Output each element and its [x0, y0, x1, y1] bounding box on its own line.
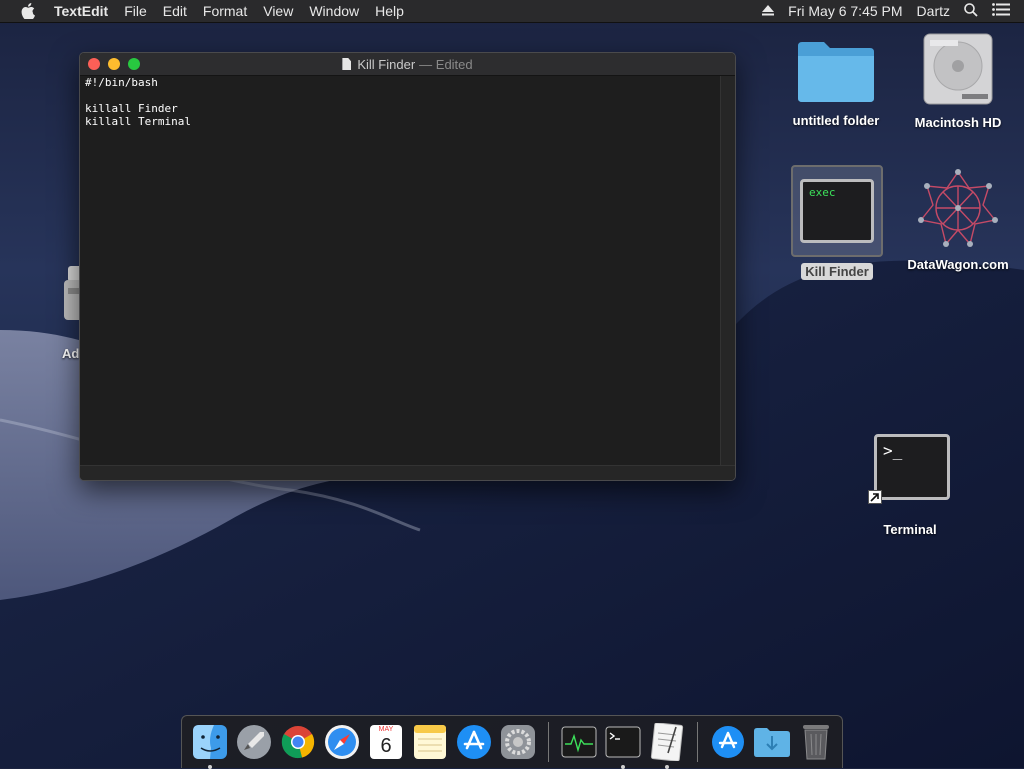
desktop-icon-datawagon-label: DataWagon.com — [907, 257, 1009, 272]
safari-icon — [325, 725, 359, 759]
notification-center-icon[interactable] — [992, 3, 1010, 19]
desktop-icon-macintosh-hd[interactable]: Macintosh HD — [908, 32, 1008, 130]
app-store-icon — [457, 725, 491, 759]
app-store-downloads-icon — [712, 726, 744, 758]
terminal-icon — [605, 726, 641, 758]
close-button[interactable] — [88, 58, 100, 70]
textedit-window: Kill Finder — Edited #!/bin/bash killall… — [79, 52, 736, 481]
window-title: Kill Finder — [357, 56, 416, 72]
launchpad-icon — [237, 725, 271, 759]
desktop-icon-kill-finder-label: Kill Finder — [801, 263, 873, 280]
dock-safari[interactable] — [323, 723, 361, 761]
minimize-button[interactable] — [108, 58, 120, 70]
finder-icon — [193, 725, 227, 759]
vertical-scrollbar[interactable] — [720, 76, 735, 466]
eject-icon[interactable] — [762, 3, 775, 19]
desktop-icon-untitled-folder[interactable]: untitled folder — [786, 38, 886, 128]
menu-app-name[interactable]: TextEdit — [46, 0, 116, 22]
zoom-button[interactable] — [128, 58, 140, 70]
dock-chrome[interactable] — [279, 723, 317, 761]
document-icon[interactable] — [342, 58, 352, 70]
desktop-icon-macintosh-hd-label: Macintosh HD — [914, 115, 1002, 130]
desktop-icon-untitled-folder-label: untitled folder — [792, 113, 880, 128]
clock[interactable]: Fri May 6 7:45 PM — [788, 3, 902, 19]
dock-calendar[interactable]: MAY 6 — [367, 723, 405, 761]
dock-app-store[interactable] — [455, 723, 493, 761]
menu-help[interactable]: Help — [367, 0, 412, 22]
alias-arrow-icon — [868, 490, 882, 504]
dock-textedit[interactable] — [648, 723, 686, 769]
menu-bar: TextEdit File Edit Format View Window He… — [0, 0, 1024, 22]
calendar-month: MAY — [378, 726, 394, 733]
dock-trash[interactable] — [797, 723, 835, 761]
dock-terminal[interactable] — [604, 723, 642, 769]
activity-monitor-icon — [561, 726, 597, 758]
desktop-icon-partial-label: Ad — [62, 346, 80, 361]
executable-script-icon: exec — [800, 179, 874, 243]
user-name[interactable]: Dartz — [917, 3, 950, 19]
desktop-icon-terminal-label: Terminal — [883, 522, 937, 537]
desktop-icon-kill-finder[interactable]: exec Kill Finder — [790, 165, 884, 280]
dock-finder[interactable] — [191, 723, 229, 769]
menu-format[interactable]: Format — [195, 0, 255, 22]
menu-file[interactable]: File — [116, 0, 155, 22]
dock-downloads-folder[interactable] — [753, 723, 791, 761]
desktop-icon-terminal-alias[interactable]: >_ Terminal — [864, 434, 956, 537]
text-editor[interactable]: #!/bin/bash killall Finder killall Termi… — [80, 76, 721, 466]
desktop-icon-datawagon[interactable]: DataWagon.com — [904, 168, 1012, 272]
dock-separator-2 — [697, 722, 698, 762]
terminal-running-indicator — [621, 765, 625, 769]
textedit-running-indicator — [665, 765, 669, 769]
kill-finder-icon-frame: exec — [791, 165, 883, 257]
menu-edit[interactable]: Edit — [155, 0, 195, 22]
window-controls — [88, 58, 148, 70]
hard-drive-icon — [923, 33, 993, 105]
finder-running-indicator — [208, 765, 212, 769]
downloads-folder-icon — [754, 728, 790, 757]
system-preferences-icon — [501, 725, 535, 759]
dock-notes[interactable] — [411, 723, 449, 761]
datawagon-logo-icon — [918, 169, 998, 247]
calendar-day: 6 — [380, 735, 392, 757]
notes-icon — [414, 725, 446, 759]
exec-label: exec — [809, 186, 836, 199]
terminal-prompt-glyph: >_ — [883, 441, 903, 460]
dock-system-preferences[interactable] — [499, 723, 537, 761]
menu-view[interactable]: View — [255, 0, 301, 22]
chrome-icon — [281, 726, 315, 759]
textedit-icon — [650, 723, 684, 761]
window-title-edited[interactable]: — Edited — [419, 57, 472, 72]
apple-menu-icon[interactable] — [18, 3, 38, 19]
spotlight-search-icon[interactable] — [964, 2, 978, 20]
trash-icon — [803, 725, 829, 760]
calendar-icon: MAY 6 — [370, 725, 402, 759]
dock: MAY 6 — [181, 715, 843, 769]
folder-icon — [798, 42, 874, 102]
terminal-app-icon: >_ — [874, 434, 950, 500]
window-titlebar[interactable]: Kill Finder — Edited — [80, 53, 735, 76]
dock-launchpad[interactable] — [235, 723, 273, 761]
menu-extras: Fri May 6 7:45 PM Dartz — [762, 0, 1024, 22]
menu-window[interactable]: Window — [301, 0, 367, 22]
dock-app-store-downloads[interactable] — [709, 723, 747, 761]
dock-separator — [548, 722, 549, 762]
horizontal-scrollbar[interactable] — [80, 465, 735, 480]
dock-activity-monitor[interactable] — [560, 723, 598, 761]
